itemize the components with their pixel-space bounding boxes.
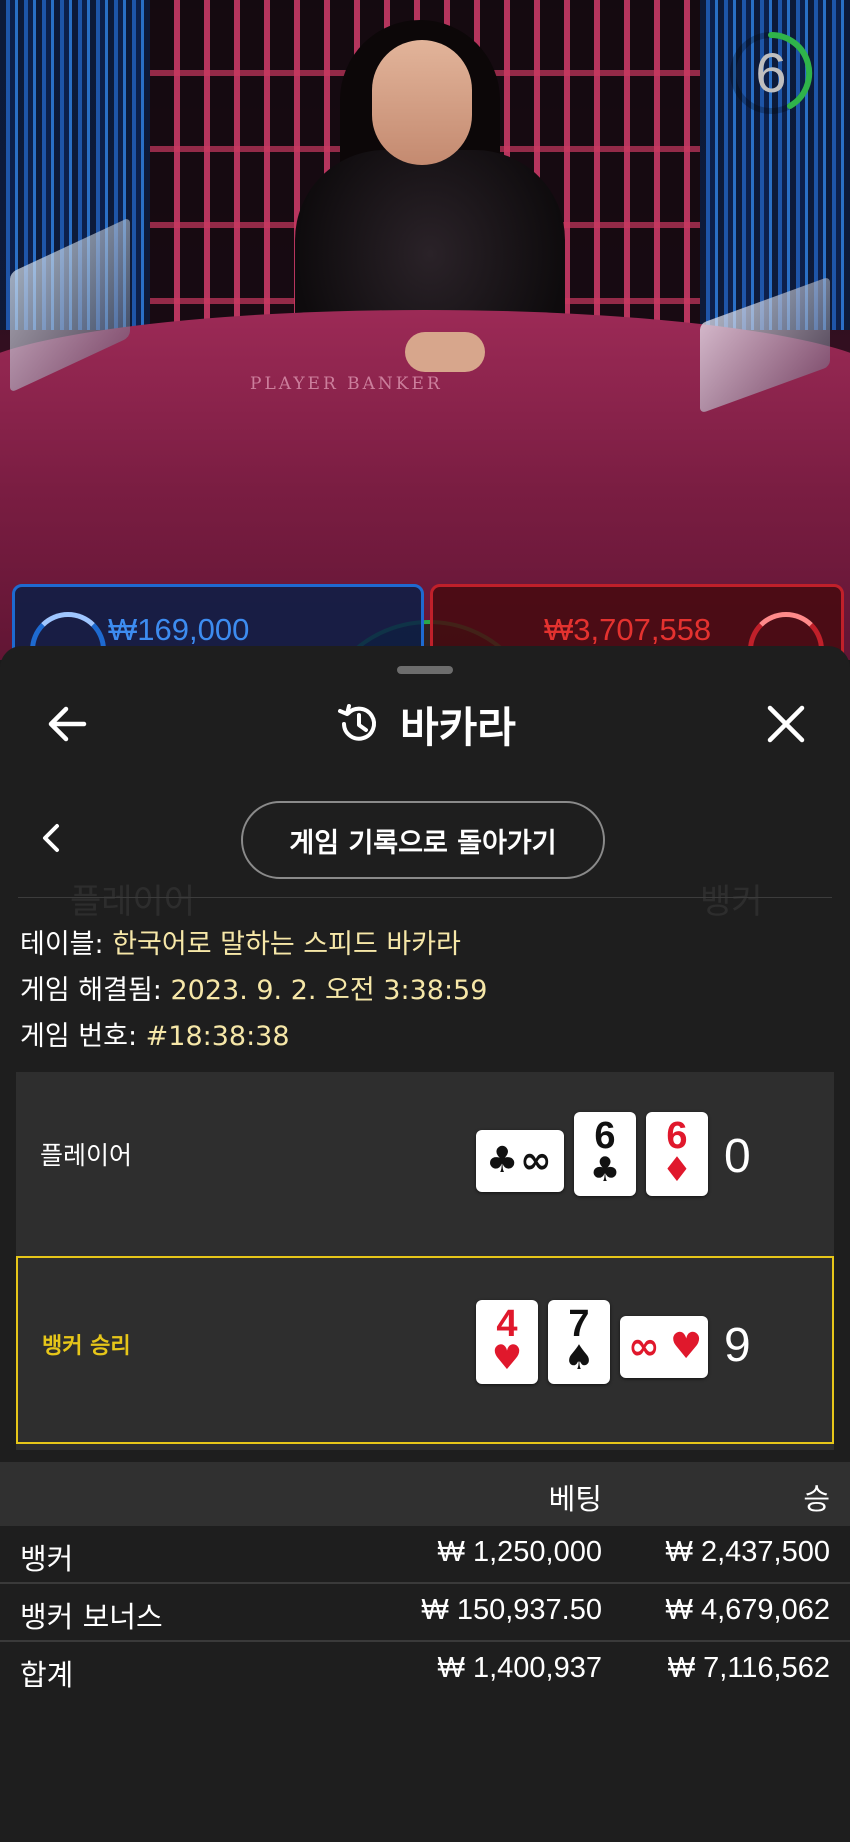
settled-info-row: 게임 해결됨: 2023. 9. 2. 오전 3:38:59 <box>20 968 487 1007</box>
dealer-hands <box>405 332 485 372</box>
ghost-player-label: 플레이어 <box>70 882 196 922</box>
sheet-title: 바카라 <box>400 702 516 752</box>
close-icon[interactable] <box>758 696 814 752</box>
card-suit: ♦ <box>661 1150 693 1190</box>
betting-timer-value: 6 <box>755 41 787 104</box>
card-suit: ♥ <box>491 1338 523 1378</box>
banker-bet-total: ₩3,707,558 <box>544 612 712 647</box>
ghost-banker-label: 뱅커 <box>700 882 763 922</box>
hidden-rank-infinity-icon: ∞ <box>628 1324 660 1368</box>
table-print: PLAYER BANKER <box>250 374 443 394</box>
card-suit: ♣ <box>486 1140 519 1181</box>
player-bet-total: ₩169,000 <box>108 612 250 647</box>
game-number-value: #18:38:38 <box>145 1021 290 1052</box>
card-suit: ♥ <box>670 1326 703 1367</box>
game-detail-sheet: 플레이어 뱅커 바카라 게임 기록으로 돌아가기 테이블: 한국어로 말하는 스… <box>0 646 850 1842</box>
live-video-feed: PLAYER BANKER 6 ₩169,000 ₩3,707,558 <box>0 0 850 660</box>
banker-card-2: 7 ♠ <box>548 1300 610 1384</box>
banker-hand-row: 뱅커 승리 4 ♥ 7 ♠ ∞ ♥ 9 <box>16 1256 834 1444</box>
settled-info-label: 게임 해결됨: <box>20 975 162 1006</box>
divider <box>18 897 832 898</box>
bets-table-row: 뱅커 보너스 ₩ 150,937.50 ₩ 4,679,062 <box>0 1584 850 1640</box>
card-suit: ♣ <box>589 1150 621 1190</box>
total-win-amount: ₩ 7,116,562 <box>667 1652 830 1684</box>
player-hand-row: 플레이어 ♣ ∞ 6 ♣ 6 ♦ 0 <box>16 1072 834 1250</box>
bet-type-label: 뱅커 보너스 <box>20 1600 163 1634</box>
sheet-header: 바카라 <box>0 692 850 756</box>
bet-amount: ₩ 1,250,000 <box>437 1536 602 1568</box>
bets-table-row: 뱅커 ₩ 1,250,000 ₩ 2,437,500 <box>0 1526 850 1582</box>
total-bet-amount: ₩ 1,400,937 <box>437 1652 602 1684</box>
sheet-drag-handle[interactable] <box>397 666 453 674</box>
banker-card-3: ∞ ♥ <box>620 1316 708 1378</box>
hidden-rank-infinity-icon: ∞ <box>520 1138 552 1182</box>
game-number-row: 게임 번호: #18:38:38 <box>20 1014 290 1053</box>
player-card-1: 6 ♣ <box>574 1112 636 1196</box>
table-info-label: 테이블: <box>20 929 104 960</box>
player-score: 0 <box>724 1130 751 1183</box>
bet-amount: ₩ 150,937.50 <box>421 1594 602 1626</box>
banker-win-label: 뱅커 승리 <box>42 1334 131 1359</box>
settled-info-value: 2023. 9. 2. 오전 3:38:59 <box>170 975 488 1006</box>
history-icon <box>338 704 376 741</box>
bets-table-header: 베팅 승 <box>0 1462 850 1526</box>
bet-type-label: 뱅커 <box>20 1542 74 1576</box>
chevron-left-icon[interactable] <box>32 818 72 858</box>
table-info-row: 테이블: 한국어로 말하는 스피드 바카라 <box>20 922 461 961</box>
win-amount: ₩ 4,679,062 <box>665 1594 830 1626</box>
dealer-face <box>372 40 472 165</box>
table-info-value: 한국어로 말하는 스피드 바카라 <box>112 929 461 960</box>
game-number-label: 게임 번호: <box>20 1021 138 1052</box>
win-amount: ₩ 2,437,500 <box>665 1536 830 1568</box>
player-hand-label: 플레이어 <box>40 1141 133 1170</box>
win-column-header: 승 <box>803 1482 830 1516</box>
bets-table-total-row: 합계 ₩ 1,400,937 ₩ 7,116,562 <box>0 1642 850 1698</box>
banker-card-1: 4 ♥ <box>476 1300 538 1384</box>
bet-column-header: 베팅 <box>548 1482 602 1516</box>
back-to-history-button[interactable]: 게임 기록으로 돌아가기 <box>241 801 605 879</box>
banker-score: 9 <box>724 1319 751 1372</box>
card-suit: ♠ <box>563 1338 595 1378</box>
player-card-2: 6 ♦ <box>646 1112 708 1196</box>
total-label: 합계 <box>20 1658 74 1692</box>
player-card-3: ♣ ∞ <box>476 1130 564 1192</box>
